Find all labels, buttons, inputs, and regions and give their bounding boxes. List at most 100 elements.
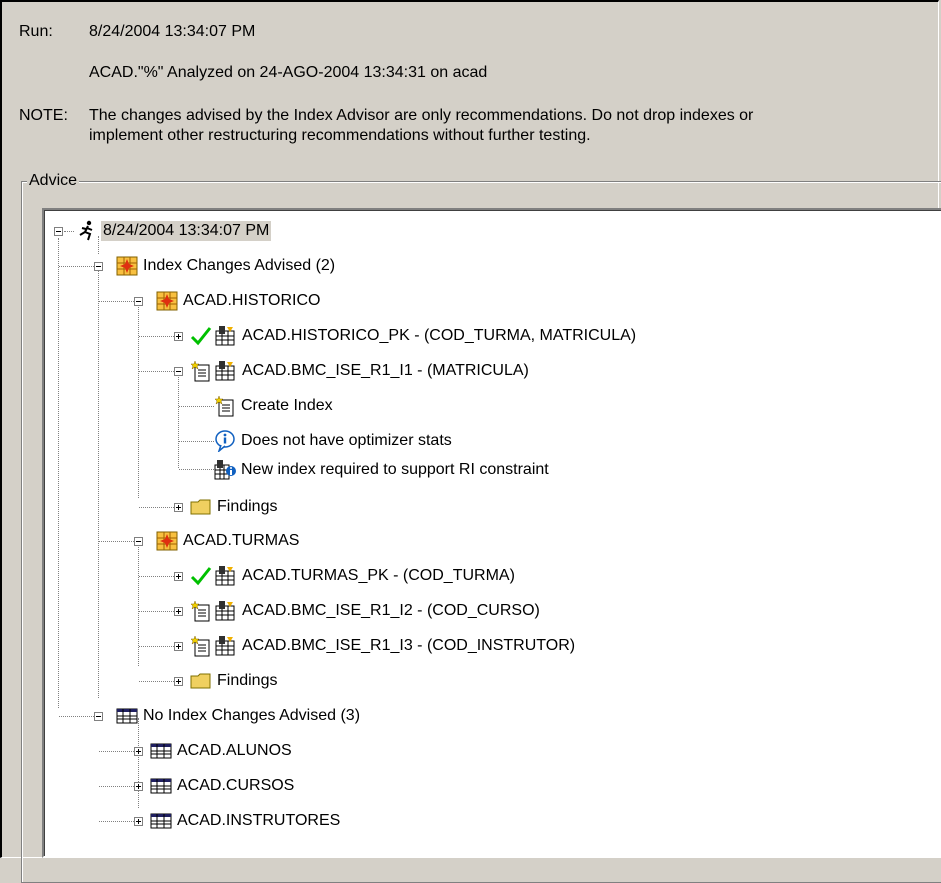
index-key-icon xyxy=(215,360,237,382)
tree-node-bmc-i3[interactable]: ACAD.BMC_ISE_R1_I3 - (COD_INSTRUTOR) xyxy=(190,634,577,658)
tree-node-turmas-pk[interactable]: ACAD.TURMAS_PK - (COD_TURMA) xyxy=(190,564,517,588)
index-info-icon xyxy=(214,459,236,481)
expand-toggle[interactable] xyxy=(174,332,183,341)
tree-node-instrutores[interactable]: ACAD.INSTRUTORES xyxy=(150,809,342,833)
tree-node-root[interactable]: 8/24/2004 13:34:07 PM xyxy=(76,219,272,243)
tree-node-index-changes[interactable]: Index Changes Advised (2) xyxy=(116,254,337,278)
expand-toggle[interactable] xyxy=(134,747,143,756)
tree-line xyxy=(64,231,74,232)
green-check-icon xyxy=(190,565,212,587)
collapse-toggle[interactable] xyxy=(54,227,63,236)
tree-line xyxy=(139,507,174,508)
tree-node-findings-1[interactable]: Findings xyxy=(190,495,279,519)
no-stats-label: Does not have optimizer stats xyxy=(241,432,452,449)
tree-line xyxy=(59,266,94,267)
tree-node-bmc-i1[interactable]: ACAD.BMC_ISE_R1_I1 - (MATRICULA) xyxy=(190,359,531,383)
collapse-toggle[interactable] xyxy=(94,262,103,271)
analyzed-text: ACAD."%" Analyzed on 24-AGO-2004 13:34:3… xyxy=(89,64,488,81)
bmc-i3-label: ACAD.BMC_ISE_R1_I3 - (COD_INSTRUTOR) xyxy=(242,637,576,654)
tree-line xyxy=(139,336,174,337)
expand-toggle[interactable] xyxy=(174,572,183,581)
tree-line xyxy=(59,716,94,717)
tree-line xyxy=(99,301,134,302)
tree-node-alunos[interactable]: ACAD.ALUNOS xyxy=(150,739,294,763)
tree-line xyxy=(138,718,139,808)
tree-line xyxy=(98,264,99,698)
index-key-icon xyxy=(215,635,237,657)
green-check-icon xyxy=(190,325,212,347)
advice-group-label: Advice xyxy=(27,171,80,190)
index-key-icon xyxy=(215,565,237,587)
index-key-icon xyxy=(215,600,237,622)
alunos-label: ACAD.ALUNOS xyxy=(177,742,292,759)
findings-label: Findings xyxy=(217,498,278,515)
tree-node-no-stats[interactable]: Does not have optimizer stats xyxy=(214,429,454,453)
tree-line xyxy=(99,821,134,822)
collapse-toggle[interactable] xyxy=(134,537,143,546)
note-line-1: The changes advised by the Index Advisor… xyxy=(89,107,754,124)
table-icon xyxy=(116,705,138,727)
table-icon xyxy=(150,740,172,762)
tree-line xyxy=(139,681,174,682)
table-icon xyxy=(150,810,172,832)
tree-node-cursos[interactable]: ACAD.CURSOS xyxy=(150,774,296,798)
tree-line xyxy=(179,469,214,470)
cursos-label: ACAD.CURSOS xyxy=(177,777,295,794)
run-label: Run: xyxy=(19,23,53,40)
new-document-icon xyxy=(190,360,212,382)
expand-toggle[interactable] xyxy=(134,782,143,791)
tree-node-findings-2[interactable]: Findings xyxy=(190,669,279,693)
tree-node-no-index-changes[interactable]: No Index Changes Advised (3) xyxy=(116,704,362,728)
turmas-label: ACAD.TURMAS xyxy=(183,532,300,549)
expand-toggle[interactable] xyxy=(174,607,183,616)
root-label: 8/24/2004 13:34:07 PM xyxy=(101,221,272,241)
findings-label: Findings xyxy=(217,672,278,689)
tree-line xyxy=(179,441,214,442)
expand-toggle[interactable] xyxy=(174,677,183,686)
collapse-toggle[interactable] xyxy=(94,712,103,721)
note-label: NOTE: xyxy=(19,107,68,124)
tree-line xyxy=(178,368,179,468)
turmas-pk-label: ACAD.TURMAS_PK - (COD_TURMA) xyxy=(242,567,515,584)
expand-toggle[interactable] xyxy=(174,503,183,512)
tree-line xyxy=(179,406,214,407)
expand-toggle[interactable] xyxy=(134,817,143,826)
tree-line xyxy=(139,646,174,647)
new-document-icon xyxy=(190,600,212,622)
tree-line xyxy=(99,541,134,542)
run-value: 8/24/2004 13:34:07 PM xyxy=(89,23,256,40)
folder-icon xyxy=(190,670,212,692)
index-changes-label: Index Changes Advised (2) xyxy=(143,257,336,274)
bmc-i2-label: ACAD.BMC_ISE_R1_I2 - (COD_CURSO) xyxy=(242,602,540,619)
table-icon xyxy=(150,775,172,797)
new-document-icon xyxy=(214,395,236,417)
tree-node-new-index[interactable]: New index required to support RI constra… xyxy=(214,458,551,482)
tree-line xyxy=(139,371,174,372)
tree-node-bmc-i2[interactable]: ACAD.BMC_ISE_R1_I2 - (COD_CURSO) xyxy=(190,599,542,623)
instrutores-label: ACAD.INSTRUTORES xyxy=(177,812,341,829)
run-figure-icon xyxy=(76,220,98,242)
index-table-icon xyxy=(156,530,178,552)
note-line-2: implement other restructuring recommenda… xyxy=(89,127,591,144)
tree-node-historico-pk[interactable]: ACAD.HISTORICO_PK - (COD_TURMA, MATRICUL… xyxy=(190,324,638,348)
tree-node-turmas[interactable]: ACAD.TURMAS xyxy=(156,529,301,553)
new-index-label: New index required to support RI constra… xyxy=(241,461,549,478)
collapse-toggle[interactable] xyxy=(174,367,183,376)
tree-node-create-index[interactable]: Create Index xyxy=(214,394,335,418)
tree-line xyxy=(58,238,59,708)
advice-tree[interactable]: 8/24/2004 13:34:07 PM Index Changes Advi… xyxy=(42,208,941,858)
index-table-icon xyxy=(156,290,178,312)
new-document-icon xyxy=(190,635,212,657)
tree-line xyxy=(99,751,134,752)
tree-line xyxy=(139,611,174,612)
tree-line xyxy=(138,298,139,498)
collapse-toggle[interactable] xyxy=(134,297,143,306)
expand-toggle[interactable] xyxy=(174,642,183,651)
historico-pk-label: ACAD.HISTORICO_PK - (COD_TURMA, MATRICUL… xyxy=(242,327,637,344)
bmc-i1-label: ACAD.BMC_ISE_R1_I1 - (MATRICULA) xyxy=(242,362,529,379)
index-key-icon xyxy=(215,325,237,347)
tree-line xyxy=(99,786,134,787)
info-balloon-icon xyxy=(214,430,236,452)
no-index-changes-label: No Index Changes Advised (3) xyxy=(143,707,361,724)
tree-node-historico[interactable]: ACAD.HISTORICO xyxy=(156,289,323,313)
